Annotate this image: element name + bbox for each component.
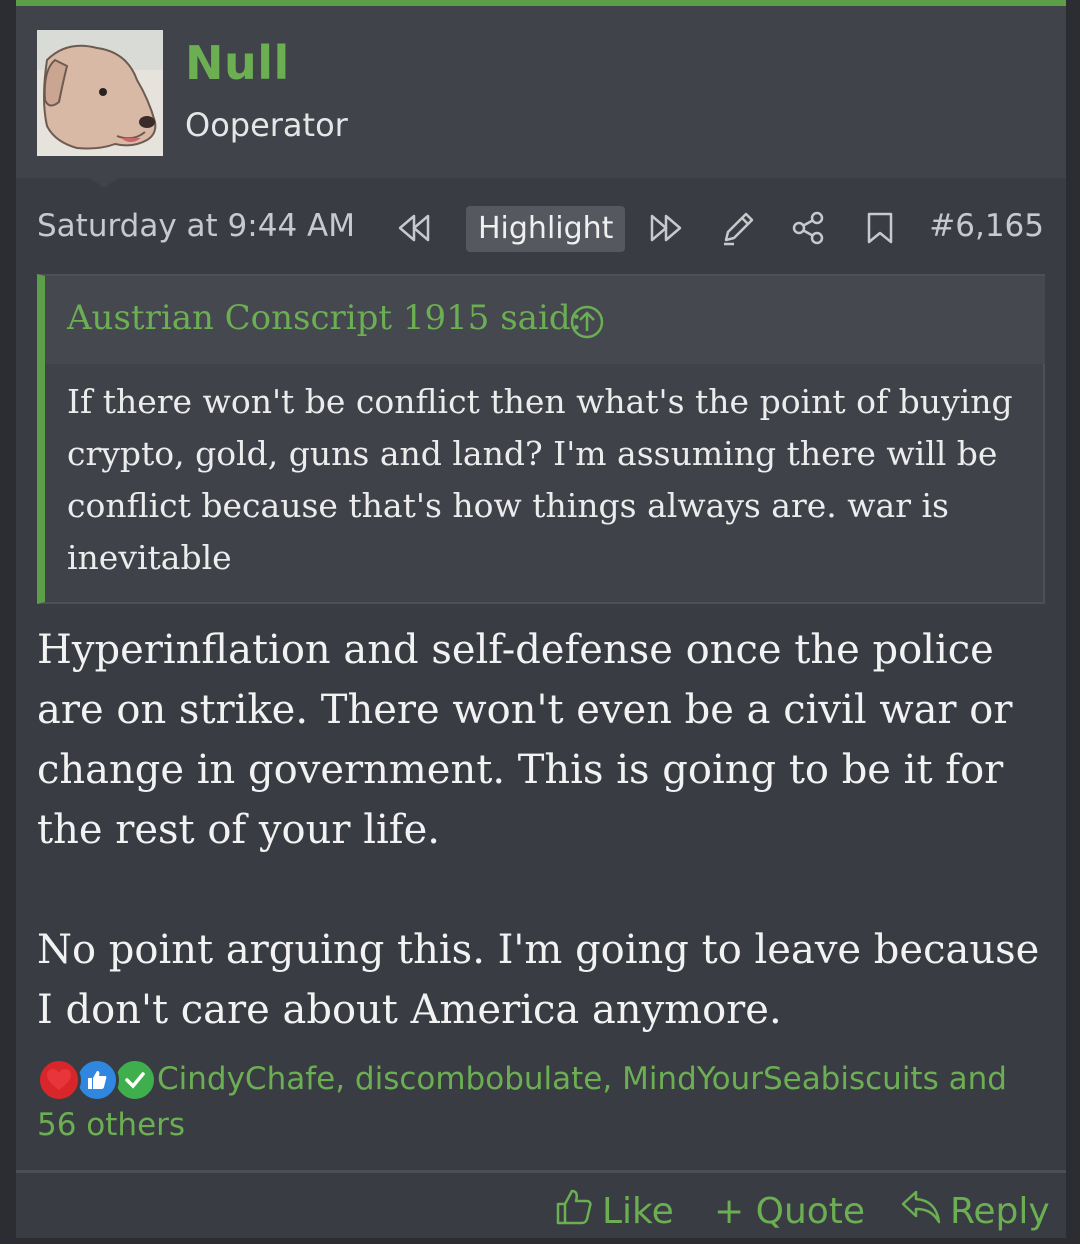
jump-to-quote-icon[interactable]	[569, 304, 605, 340]
quote-button[interactable]: + Quote	[714, 1186, 865, 1236]
quote-text: If there won't be conflict then what's t…	[67, 382, 1013, 577]
forum-post: Null Ooperator Saturday at 9:44 AM Highl…	[16, 0, 1066, 1238]
quote-author[interactable]: Austrian Conscript 1915 said:	[67, 298, 582, 338]
reaction-icons[interactable]	[37, 1056, 157, 1102]
share-icon[interactable]	[788, 208, 828, 248]
reply-button[interactable]: Reply	[900, 1186, 1050, 1236]
check-icon	[113, 1058, 157, 1102]
like-label: Like	[602, 1190, 674, 1232]
reaction-users-link[interactable]: CindyChafe, discombobulate, MindYourSeab…	[37, 1061, 1007, 1143]
user-title: Ooperator	[185, 106, 348, 144]
quote-block: Austrian Conscript 1915 said: If there w…	[37, 274, 1045, 604]
quote-header: Austrian Conscript 1915 said:	[45, 276, 1045, 364]
next-highlight-icon[interactable]	[646, 208, 686, 248]
header-pointer	[90, 178, 118, 188]
bookmark-icon[interactable]	[860, 208, 900, 248]
post-header: Null Ooperator	[16, 6, 1066, 178]
post-meta-bar: Saturday at 9:44 AM Highlight #6,165	[16, 202, 1066, 258]
message-paragraph: Hyperinflation and self-defense once the…	[37, 627, 1013, 853]
username[interactable]: Null	[185, 36, 290, 90]
thumbs-up-icon	[75, 1058, 119, 1102]
reactions-bar: CindyChafe, discombobulate, MindYourSeab…	[37, 1056, 1037, 1148]
post-message: Hyperinflation and self-defense once the…	[37, 620, 1047, 1040]
like-button[interactable]: Like	[554, 1186, 674, 1236]
quote-label: + Quote	[714, 1190, 866, 1232]
post-actions: Like + Quote Reply	[16, 1180, 1066, 1244]
avatar[interactable]	[37, 30, 163, 156]
edit-pencil-icon[interactable]	[718, 208, 758, 248]
previous-highlight-icon[interactable]	[394, 208, 434, 248]
heart-icon	[37, 1058, 81, 1102]
post-timestamp[interactable]: Saturday at 9:44 AM	[37, 208, 355, 244]
post-number-link[interactable]: #6,165	[929, 208, 1044, 244]
highlight-button[interactable]: Highlight	[466, 206, 626, 252]
reply-label: Reply	[950, 1190, 1050, 1232]
footer-divider	[16, 1170, 1066, 1173]
message-paragraph: No point arguing this. I'm going to leav…	[37, 927, 1040, 1033]
reply-arrow-icon	[900, 1188, 942, 1235]
thumbs-up-icon	[554, 1187, 594, 1236]
